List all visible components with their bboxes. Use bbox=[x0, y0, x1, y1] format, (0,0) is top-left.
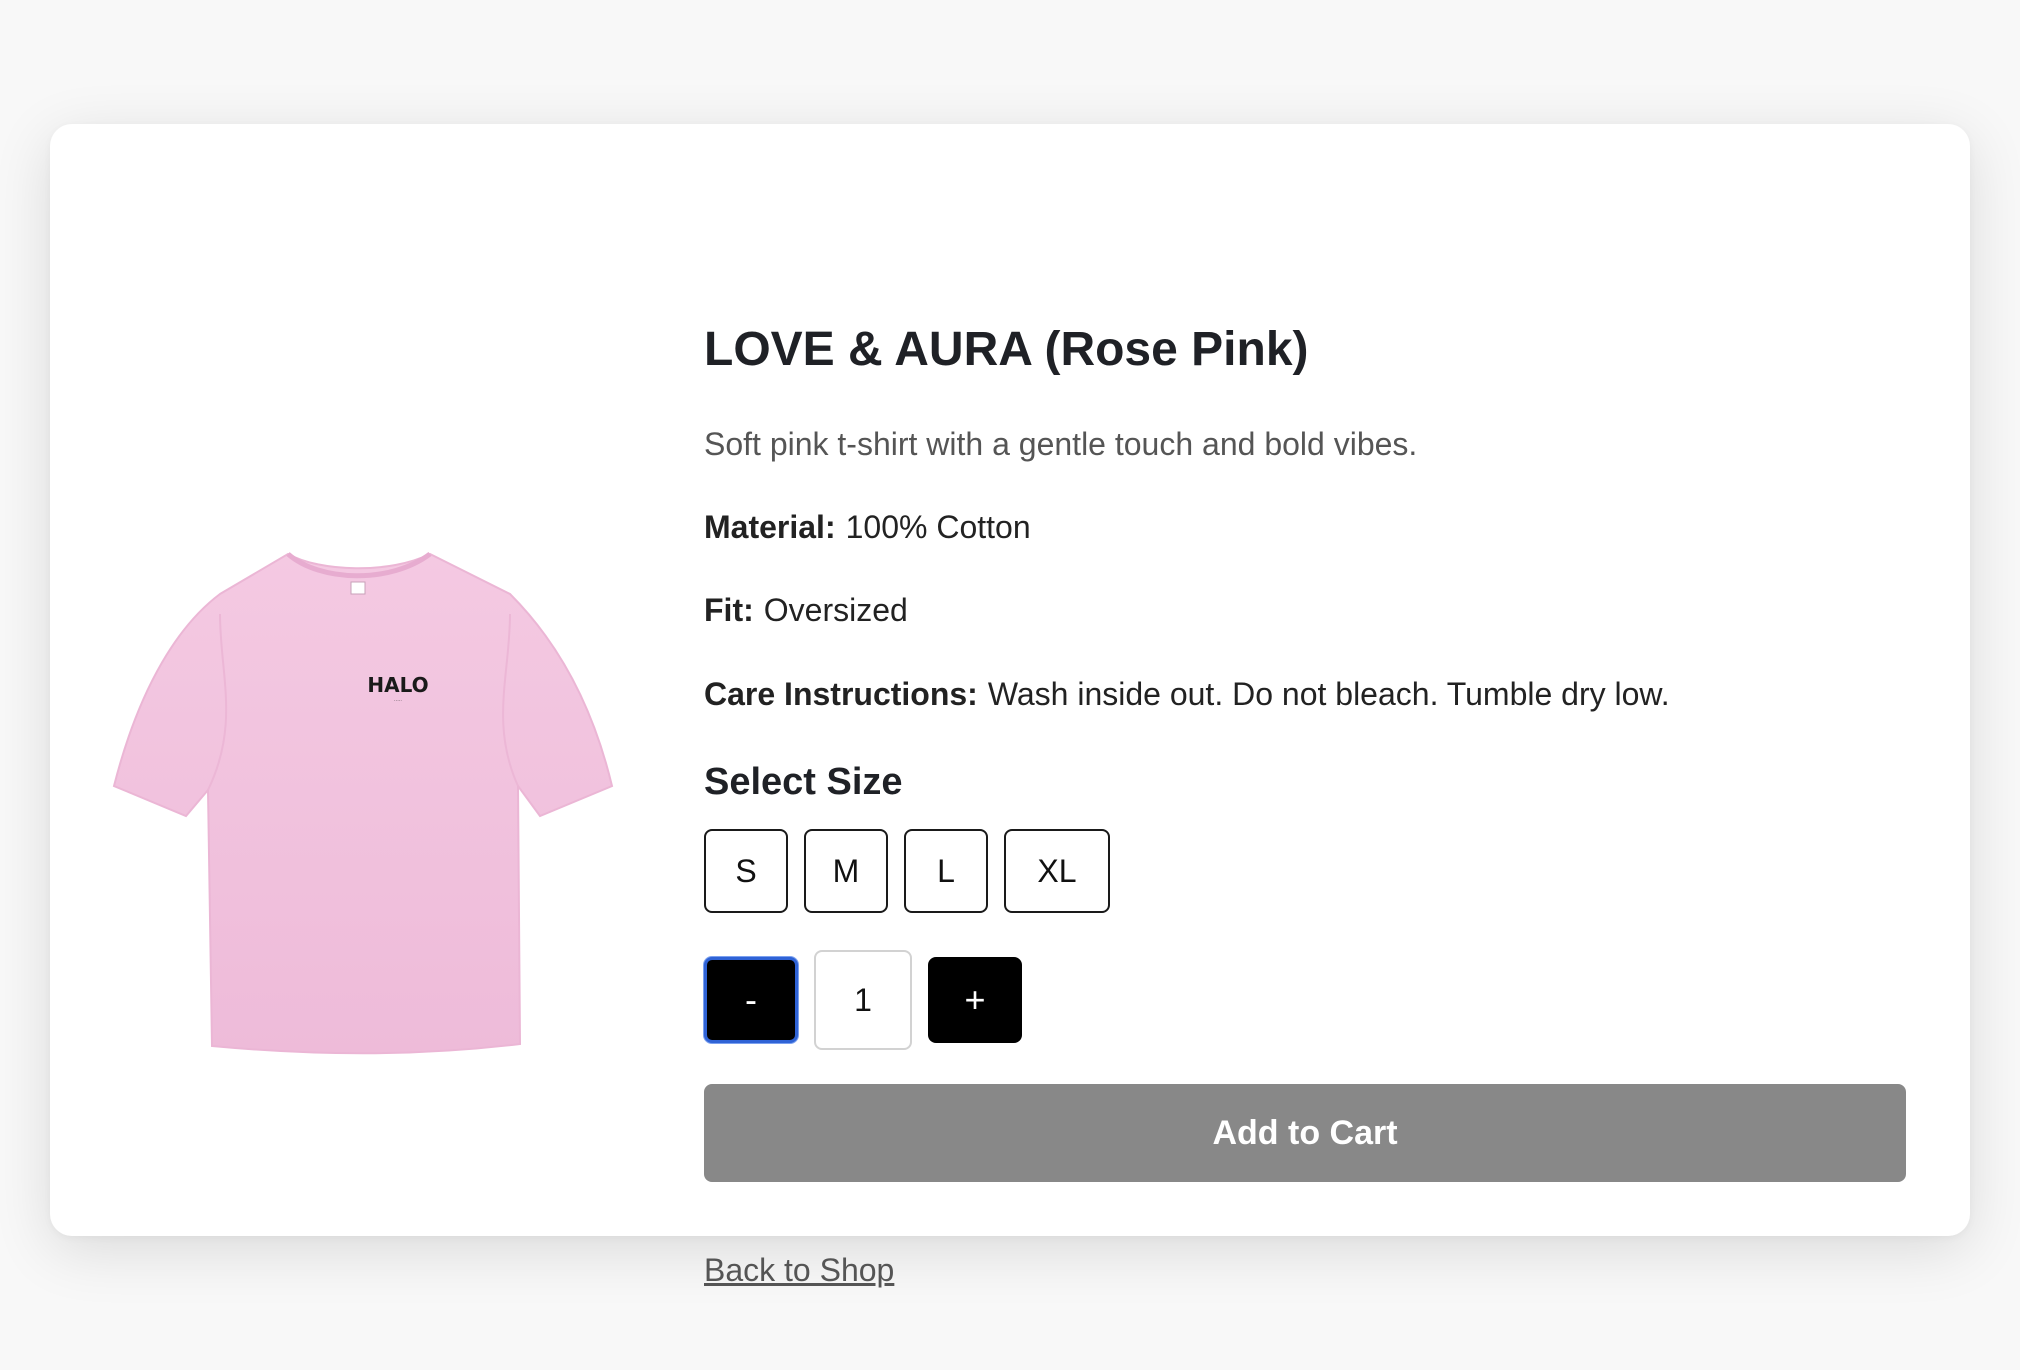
product-image: HALO ····· bbox=[70, 524, 650, 1084]
size-button-xl[interactable]: XL bbox=[1004, 829, 1110, 913]
add-to-cart-button[interactable]: Add to Cart bbox=[704, 1084, 1906, 1182]
neck-label bbox=[350, 581, 366, 595]
product-description: Soft pink t-shirt with a gentle touch an… bbox=[704, 426, 1418, 462]
quantity-input[interactable] bbox=[814, 950, 912, 1050]
fit-spec: Fit: Oversized bbox=[704, 592, 908, 629]
product-title: LOVE & AURA (Rose Pink) bbox=[704, 323, 1309, 376]
svg-text:·····: ····· bbox=[394, 698, 402, 704]
material-label: Material: bbox=[704, 509, 836, 545]
tshirt-illustration: HALO ····· bbox=[112, 551, 614, 1055]
quantity-decrease-button[interactable]: - bbox=[704, 957, 798, 1043]
product-card: HALO ····· LOVE & AURA (Rose Pink) Soft … bbox=[50, 124, 1970, 1288]
material-spec: Material: 100% Cotton bbox=[704, 509, 1031, 546]
size-options: S M L XL bbox=[704, 829, 1110, 913]
select-size-heading: Select Size bbox=[704, 761, 903, 803]
care-label: Care Instructions: bbox=[704, 676, 978, 712]
size-button-m[interactable]: M bbox=[804, 829, 888, 913]
quantity-stepper: - + bbox=[704, 950, 1022, 1050]
halo-logo-text: HALO bbox=[367, 673, 428, 697]
quantity-increase-button[interactable]: + bbox=[928, 957, 1022, 1043]
material-value: 100% Cotton bbox=[845, 509, 1031, 545]
care-spec: Care Instructions: Wash inside out. Do no… bbox=[704, 676, 1670, 713]
size-button-l[interactable]: L bbox=[904, 829, 988, 913]
back-to-shop-link[interactable]: Back to Shop bbox=[704, 1252, 894, 1289]
size-button-s[interactable]: S bbox=[704, 829, 788, 913]
fit-value: Oversized bbox=[763, 592, 908, 628]
fit-label: Fit: bbox=[704, 592, 754, 628]
care-value: Wash inside out. Do not bleach. Tumble d… bbox=[987, 676, 1670, 712]
